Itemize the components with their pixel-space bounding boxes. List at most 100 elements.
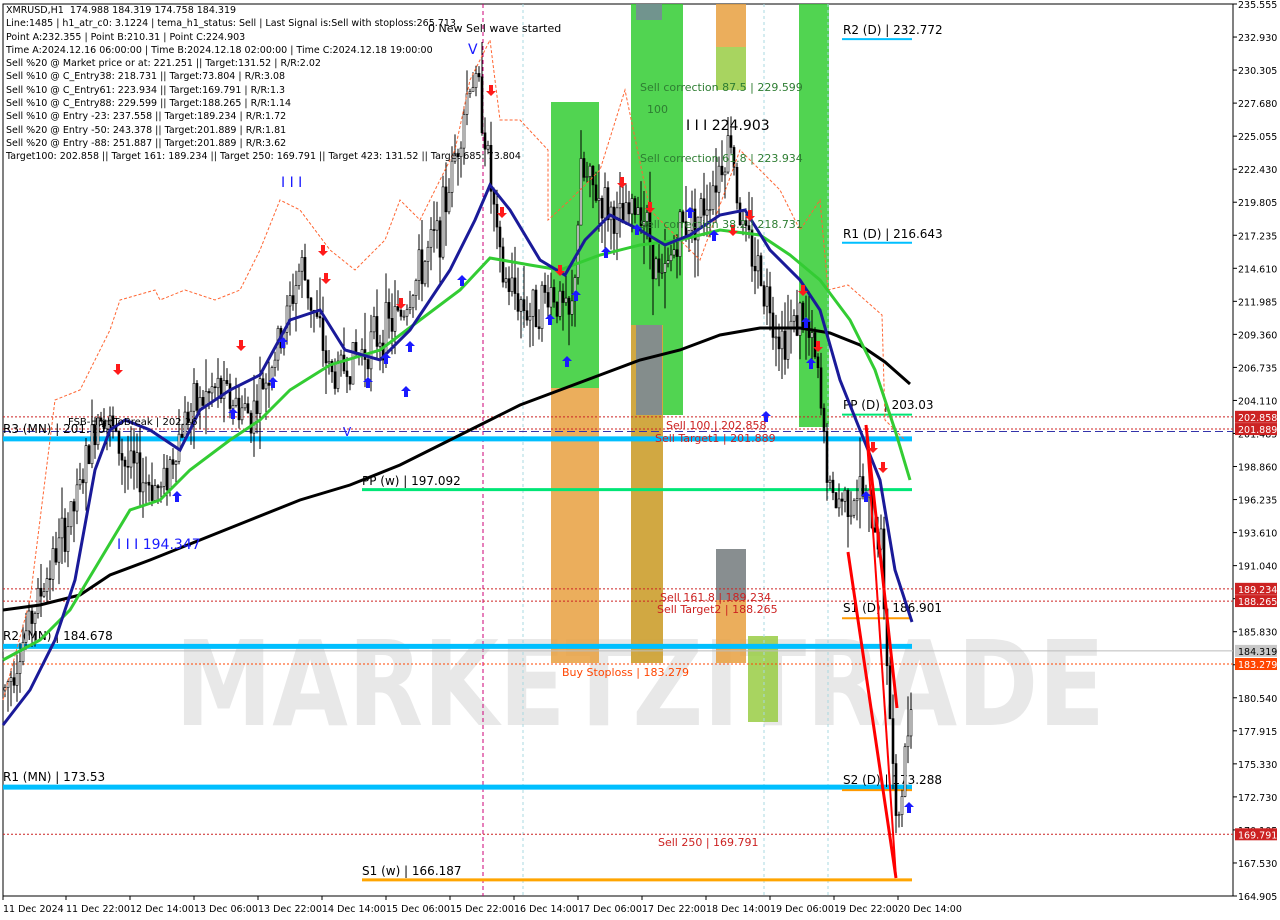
- info-line: Sell %10 @ C_Entry61: 223.934 || Target:…: [6, 84, 286, 96]
- candle-body: [450, 160, 454, 193]
- candle-body: [627, 202, 631, 215]
- candle-body: [210, 386, 214, 394]
- candle-body: [411, 295, 415, 309]
- candle-body: [324, 350, 328, 364]
- candle-body: [162, 467, 166, 487]
- candle-body: [348, 376, 352, 385]
- candle-body: [327, 361, 331, 364]
- candle-body: [213, 386, 217, 389]
- y-tick-label: 191.040: [1238, 562, 1277, 573]
- y-tick-label: 225.055: [1238, 132, 1277, 143]
- candle-body: [30, 610, 34, 624]
- candle-body: [372, 316, 376, 333]
- candle-body: [69, 501, 73, 528]
- candle-body: [126, 465, 130, 468]
- candle-body: [699, 198, 703, 218]
- y-tick-label: 164.905: [1238, 892, 1277, 903]
- candle-body: [309, 297, 313, 311]
- candle-body: [597, 197, 601, 201]
- candle-body: [405, 309, 409, 317]
- candle-body: [528, 316, 532, 321]
- candle-body: [579, 158, 583, 226]
- candle-body: [51, 548, 55, 580]
- candle-body: [855, 498, 859, 502]
- annotation: Buy Stoploss | 183.279: [562, 666, 689, 679]
- candle-body: [603, 187, 607, 219]
- candle-body: [243, 403, 247, 409]
- info-line: Time A:2024.12.16 06:00:00 | Time B:2024…: [6, 44, 433, 56]
- candle-body: [723, 171, 727, 176]
- y-tick-label: 235.555: [1238, 0, 1277, 11]
- candle-body: [657, 258, 661, 273]
- candle-body: [660, 272, 664, 274]
- candle-body: [729, 135, 733, 148]
- y-tick-label: 232.930: [1238, 33, 1277, 44]
- candle-body: [585, 176, 589, 178]
- y-tick-label: 196.235: [1238, 496, 1277, 507]
- candle-body: [564, 297, 568, 303]
- candle-body: [297, 270, 301, 286]
- x-tick-label: 20 Dec 14:00: [898, 904, 962, 915]
- candle-body: [84, 445, 88, 484]
- candle-body: [252, 400, 256, 434]
- x-tick-label: 15 Dec 22:00: [450, 904, 514, 915]
- candle-body: [63, 517, 67, 552]
- candle-body: [507, 278, 511, 292]
- y-tick-label: 227.680: [1238, 99, 1277, 110]
- green-zone: [799, 4, 829, 427]
- candle-body: [120, 453, 124, 461]
- candle-body: [48, 578, 52, 580]
- candle-body: [420, 249, 424, 285]
- candle-body: [117, 430, 121, 454]
- candle-body: [753, 265, 757, 272]
- annotation: I I I 194.347: [117, 537, 201, 553]
- candle-body: [81, 479, 85, 484]
- candle-body: [519, 299, 523, 312]
- candle-body: [228, 383, 232, 409]
- x-tick-label: 11 Dec 22:00: [66, 904, 130, 915]
- candle-body: [57, 537, 61, 563]
- candle-body: [267, 382, 271, 386]
- candle-body: [366, 359, 370, 370]
- candle-body: [159, 486, 163, 489]
- info-line: Point A:232.355 | Point B:210.31 | Point…: [6, 31, 246, 43]
- y-tick-label: 206.735: [1238, 363, 1277, 374]
- level-label: R1 (MN) | 173.53: [3, 770, 105, 784]
- candle-body: [819, 367, 823, 409]
- annotation: Sell correction 87.5 | 229.599: [640, 81, 803, 94]
- candle-body: [702, 198, 706, 216]
- candle-body: [12, 677, 16, 686]
- candle-body: [378, 342, 382, 347]
- candle-body: [150, 484, 154, 501]
- candle-body: [255, 400, 259, 414]
- annotation: Sell correction 61.8 | 223.934: [640, 152, 803, 165]
- candle-body: [402, 315, 406, 318]
- grey-zone: [636, 4, 662, 20]
- y-tick-label: 230.305: [1238, 66, 1277, 77]
- y-tick-label: 219.805: [1238, 198, 1277, 209]
- annotation: I I I: [281, 175, 302, 191]
- annotation: Sell correction 38.2 | 218.731: [640, 218, 803, 231]
- candle-body: [861, 476, 865, 497]
- candle-body: [345, 370, 349, 377]
- candle-body: [768, 286, 772, 314]
- candle-body: [390, 318, 394, 332]
- x-tick-label: 19 Dec 22:00: [834, 904, 898, 915]
- candle-body: [591, 165, 595, 186]
- candle-body: [36, 587, 40, 614]
- green-zone: [551, 102, 599, 388]
- candle-body: [246, 403, 250, 414]
- y-tick-label: 172.730: [1238, 793, 1277, 804]
- y-axis: [1233, 3, 1237, 897]
- candle-body: [513, 277, 517, 294]
- y-tick-label: 198.860: [1238, 463, 1277, 474]
- candle-body: [534, 289, 538, 328]
- candle-body: [516, 293, 520, 312]
- candle-body: [33, 613, 37, 624]
- candle-body: [816, 356, 820, 369]
- candle-body: [303, 257, 307, 281]
- candle-body: [831, 479, 835, 493]
- candle-body: [537, 326, 541, 329]
- candle-body: [135, 452, 139, 464]
- candle-body: [264, 382, 268, 390]
